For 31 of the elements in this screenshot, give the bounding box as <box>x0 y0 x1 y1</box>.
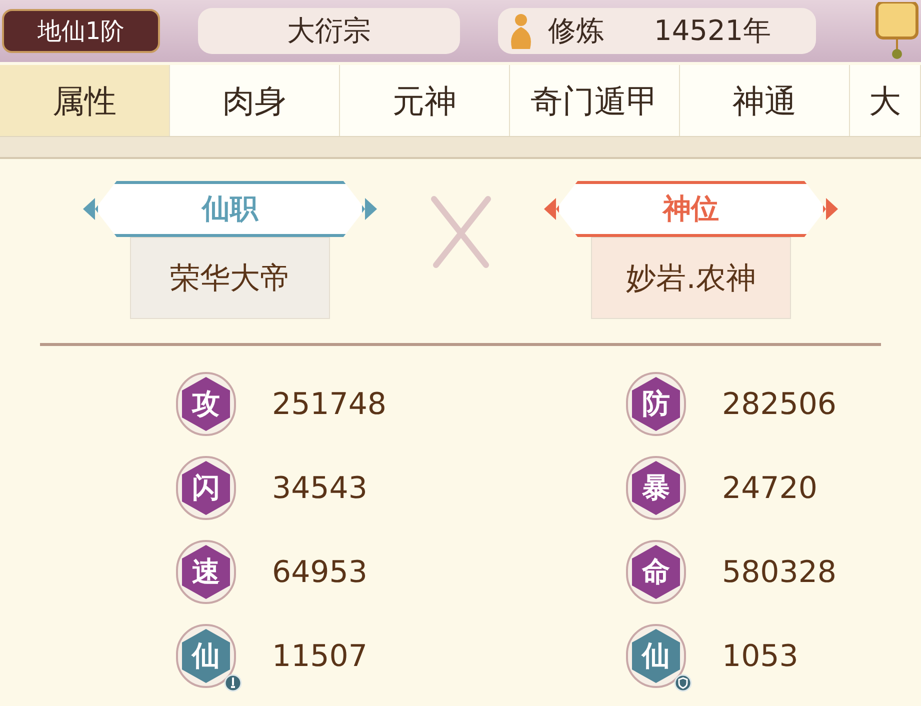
rank-badge: 地仙1阶 <box>2 9 160 53</box>
stat-glyph: 仙 <box>642 638 670 674</box>
cultivation-label: 修炼 <box>548 13 604 49</box>
stat-value: 580328 <box>722 554 837 592</box>
sect-name: 大衍宗 <box>198 8 460 54</box>
stat-value: 34543 <box>272 470 368 508</box>
lantern-icon[interactable] <box>875 2 919 60</box>
stat-glyph: 速 <box>192 554 220 590</box>
stat-glyph: 防 <box>642 386 670 422</box>
stat-value: 1053 <box>722 638 798 676</box>
title-banner: 仙职 <box>95 181 365 237</box>
left-arrow-icon <box>544 198 556 220</box>
tab[interactable]: 属性 <box>0 65 170 136</box>
stat-glyph: 暴 <box>642 470 670 506</box>
stat-value: 64953 <box>272 554 368 592</box>
right-arrow-icon <box>826 198 838 220</box>
stat-glyph: 闪 <box>192 470 220 506</box>
title-value: 妙岩.农神 <box>591 237 791 319</box>
stat-glyph: 命 <box>642 554 670 590</box>
stat-value: 11507 <box>272 638 368 676</box>
stat-value: 24720 <box>722 470 818 508</box>
stat-glyph: 攻 <box>192 386 220 422</box>
cultivation-years: 14521年 <box>654 13 772 49</box>
stat-value: 251748 <box>272 386 387 424</box>
title-value: 荣华大帝 <box>130 237 330 319</box>
left-arrow-icon <box>83 198 95 220</box>
stat-value: 282506 <box>722 386 837 424</box>
right-arrow-icon <box>365 198 377 220</box>
shield-icon <box>674 674 692 692</box>
title-banner: 神位 <box>556 181 826 237</box>
stat-glyph: 仙 <box>192 638 220 674</box>
